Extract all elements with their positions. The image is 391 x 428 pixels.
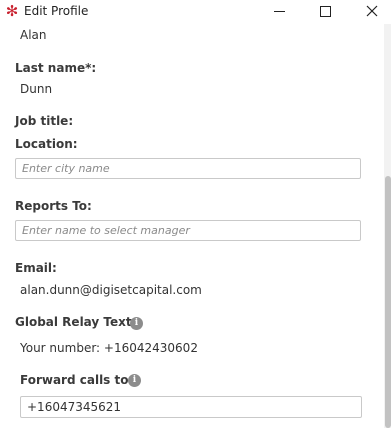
- window-title: Edit Profile: [24, 4, 89, 18]
- forward-calls-input[interactable]: [20, 396, 362, 418]
- scrollbar-thumb[interactable]: [385, 176, 391, 428]
- global-relay-value: Your number: +16042430602: [20, 341, 198, 355]
- email-label: Email:: [15, 261, 57, 275]
- title-bar: ✻ Edit Profile: [0, 0, 391, 24]
- app-logo-icon: ✻: [5, 2, 19, 20]
- global-relay-label: Global Relay Text:: [15, 315, 137, 329]
- location-input[interactable]: [15, 158, 361, 179]
- first-name-value: Alan: [20, 28, 47, 42]
- maximize-button[interactable]: [308, 0, 342, 24]
- minimize-icon: [274, 11, 285, 12]
- global-relay-info-icon[interactable]: i: [130, 317, 143, 330]
- reports-to-input[interactable]: [15, 220, 361, 241]
- maximize-icon: [320, 6, 331, 17]
- reports-to-label: Reports To:: [15, 199, 92, 213]
- last-name-value: Dunn: [20, 82, 53, 96]
- close-button[interactable]: [355, 0, 389, 24]
- forward-calls-info-icon[interactable]: i: [128, 374, 141, 387]
- job-title-label: Job title:: [15, 114, 74, 128]
- email-value: alan.dunn@digisetcapital.com: [20, 283, 202, 297]
- forward-calls-label: Forward calls to:: [20, 373, 134, 387]
- last-name-label: Last name*:: [15, 61, 97, 75]
- profile-form: Alan Last name*: Dunn Job title: Locatio…: [0, 24, 383, 428]
- close-icon: [366, 5, 378, 17]
- minimize-button[interactable]: [262, 0, 296, 24]
- location-label: Location:: [15, 137, 78, 151]
